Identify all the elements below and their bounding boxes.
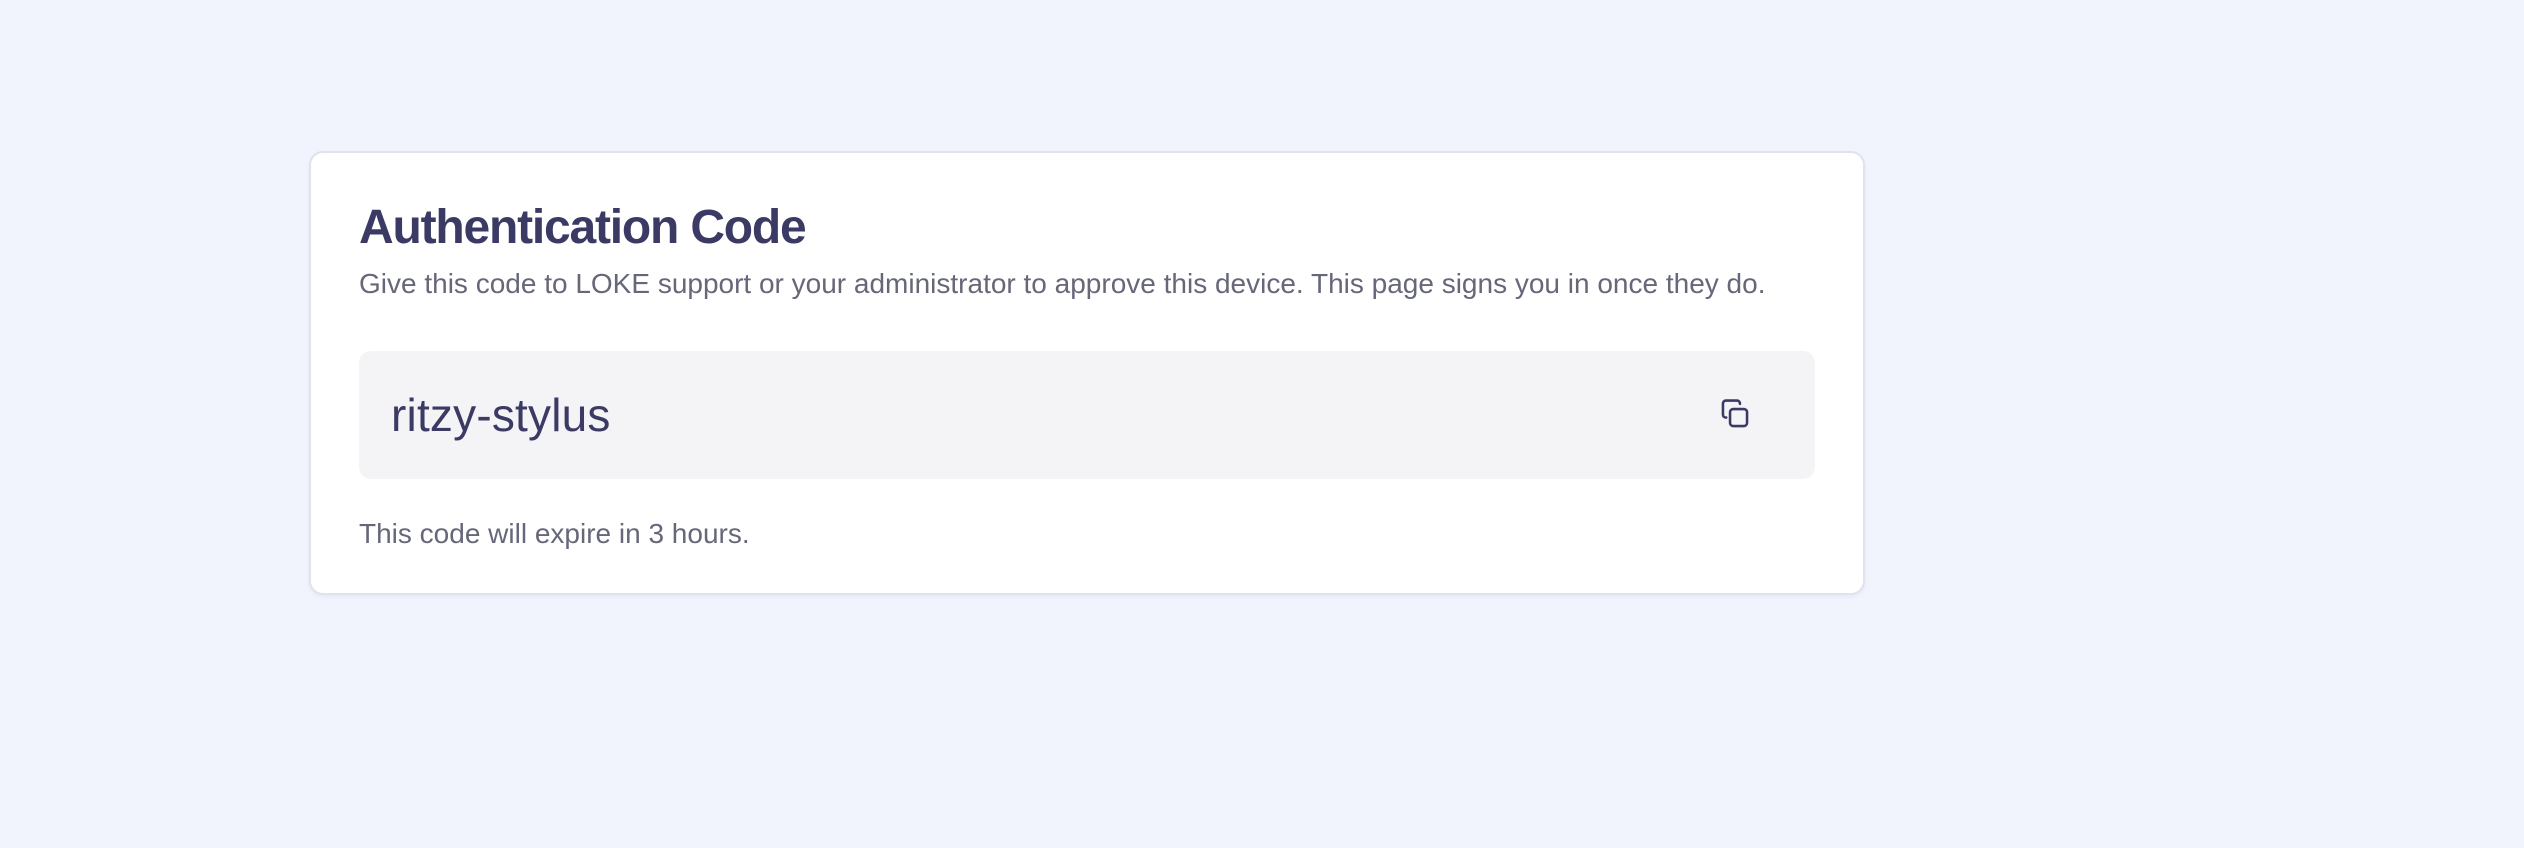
instructions-text: Give this code to LOKE support or your a… [359,268,1766,299]
code-display: ritzy-stylus [359,351,1815,479]
authentication-code[interactable]: ritzy-stylus [391,388,611,442]
authentication-card: Authentication Code Give this code to LO… [309,151,1865,595]
expiry-notice: This code will expire in 3 hours. [359,518,750,549]
copy-icon [1718,397,1752,434]
page-title: Authentication Code [359,201,807,254]
copy-code-button[interactable] [1703,383,1767,447]
